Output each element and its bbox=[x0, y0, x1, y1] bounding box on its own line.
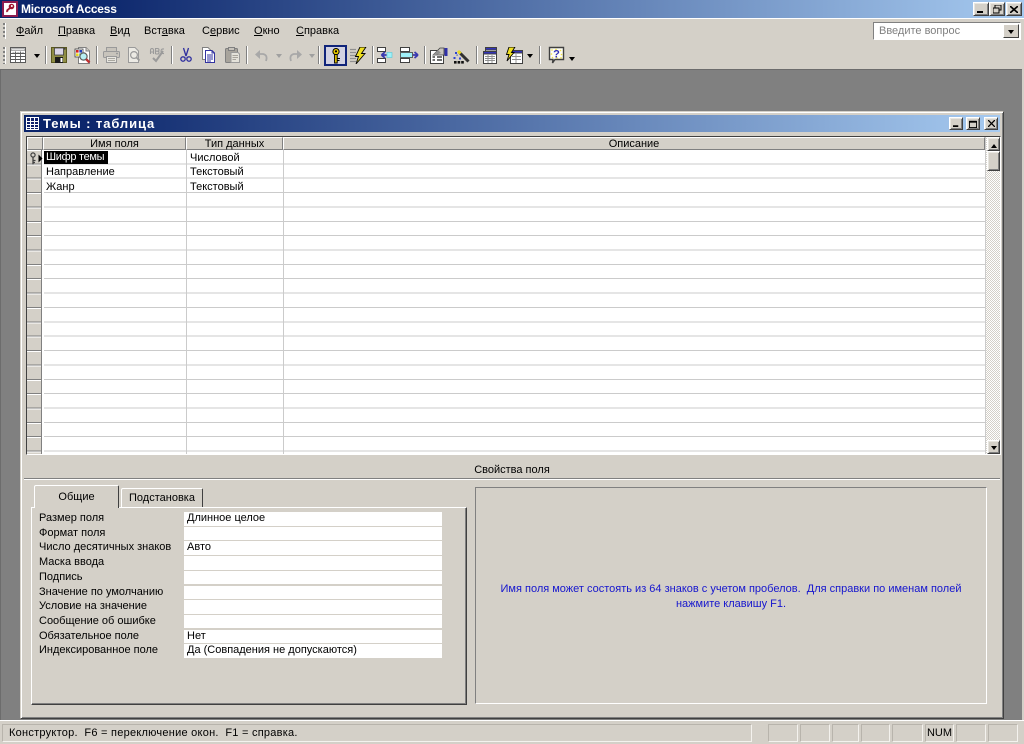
svg-text:?: ? bbox=[553, 49, 560, 61]
